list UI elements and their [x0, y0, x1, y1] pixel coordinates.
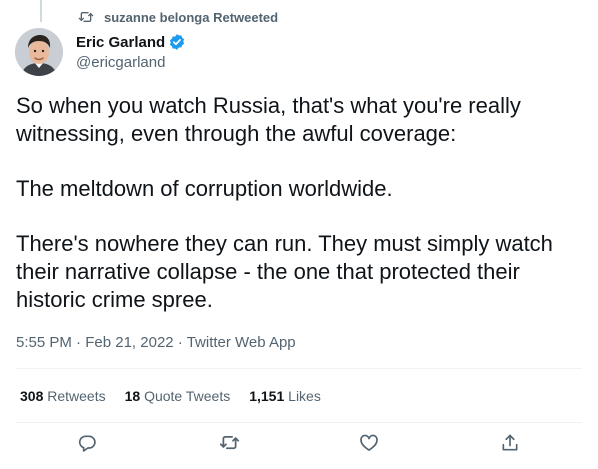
quote-tweets-count: 18: [124, 388, 141, 404]
verified-badge-icon: [168, 33, 186, 51]
retweets-label: Retweets: [47, 388, 106, 404]
share-button[interactable]: [499, 434, 521, 456]
meta-separator: ·: [76, 334, 86, 351]
divider: [16, 368, 582, 369]
likes-count: 1,151: [249, 388, 285, 404]
share-icon: [500, 433, 520, 458]
likes-stat[interactable]: 1,151 Likes: [249, 386, 321, 406]
retweet-icon: [78, 9, 94, 25]
tweet-meta: 5:55 PM · Feb 21, 2022 · Twitter Web App: [16, 333, 296, 353]
tweet-time[interactable]: 5:55 PM: [16, 334, 72, 351]
avatar[interactable]: [15, 28, 63, 76]
retweets-count: 308: [20, 388, 44, 404]
quote-tweets-stat[interactable]: 18 Quote Tweets: [125, 386, 231, 406]
reply-button[interactable]: [76, 434, 98, 456]
quote-tweets-label: Quote Tweets: [144, 388, 231, 404]
thread-connector-line: [40, 0, 42, 22]
author-handle[interactable]: @ericgarland: [76, 53, 186, 73]
retweets-stat[interactable]: 308 Retweets: [20, 386, 106, 406]
heart-icon: [359, 433, 379, 458]
like-button[interactable]: [358, 434, 380, 456]
reply-icon: [77, 433, 97, 458]
author-name[interactable]: Eric Garland: [76, 34, 165, 51]
social-context[interactable]: suzanne belonga Retweeted: [78, 8, 278, 26]
social-context-text: suzanne belonga Retweeted: [104, 9, 279, 25]
retweet-button[interactable]: [218, 434, 240, 456]
meta-separator: ·: [177, 334, 187, 351]
retweet-icon: [219, 432, 240, 458]
divider: [16, 422, 582, 423]
tweet-paragraph: The meltdown of corruption worldwide.: [16, 176, 393, 201]
tweet-source[interactable]: Twitter Web App: [187, 334, 296, 351]
likes-label: Likes: [288, 388, 321, 404]
tweet-paragraph: There's nowhere they can run. They must …: [16, 231, 553, 312]
tweet-date[interactable]: Feb 21, 2022: [85, 334, 173, 351]
tweet-text: So when you watch Russia, that's what yo…: [16, 92, 586, 314]
author-block[interactable]: Eric Garland @ericgarland: [76, 32, 186, 73]
tweet-paragraph: So when you watch Russia, that's what yo…: [16, 93, 521, 146]
engagement-stats: 308 Retweets 18 Quote Tweets 1,151 Likes: [20, 386, 340, 406]
